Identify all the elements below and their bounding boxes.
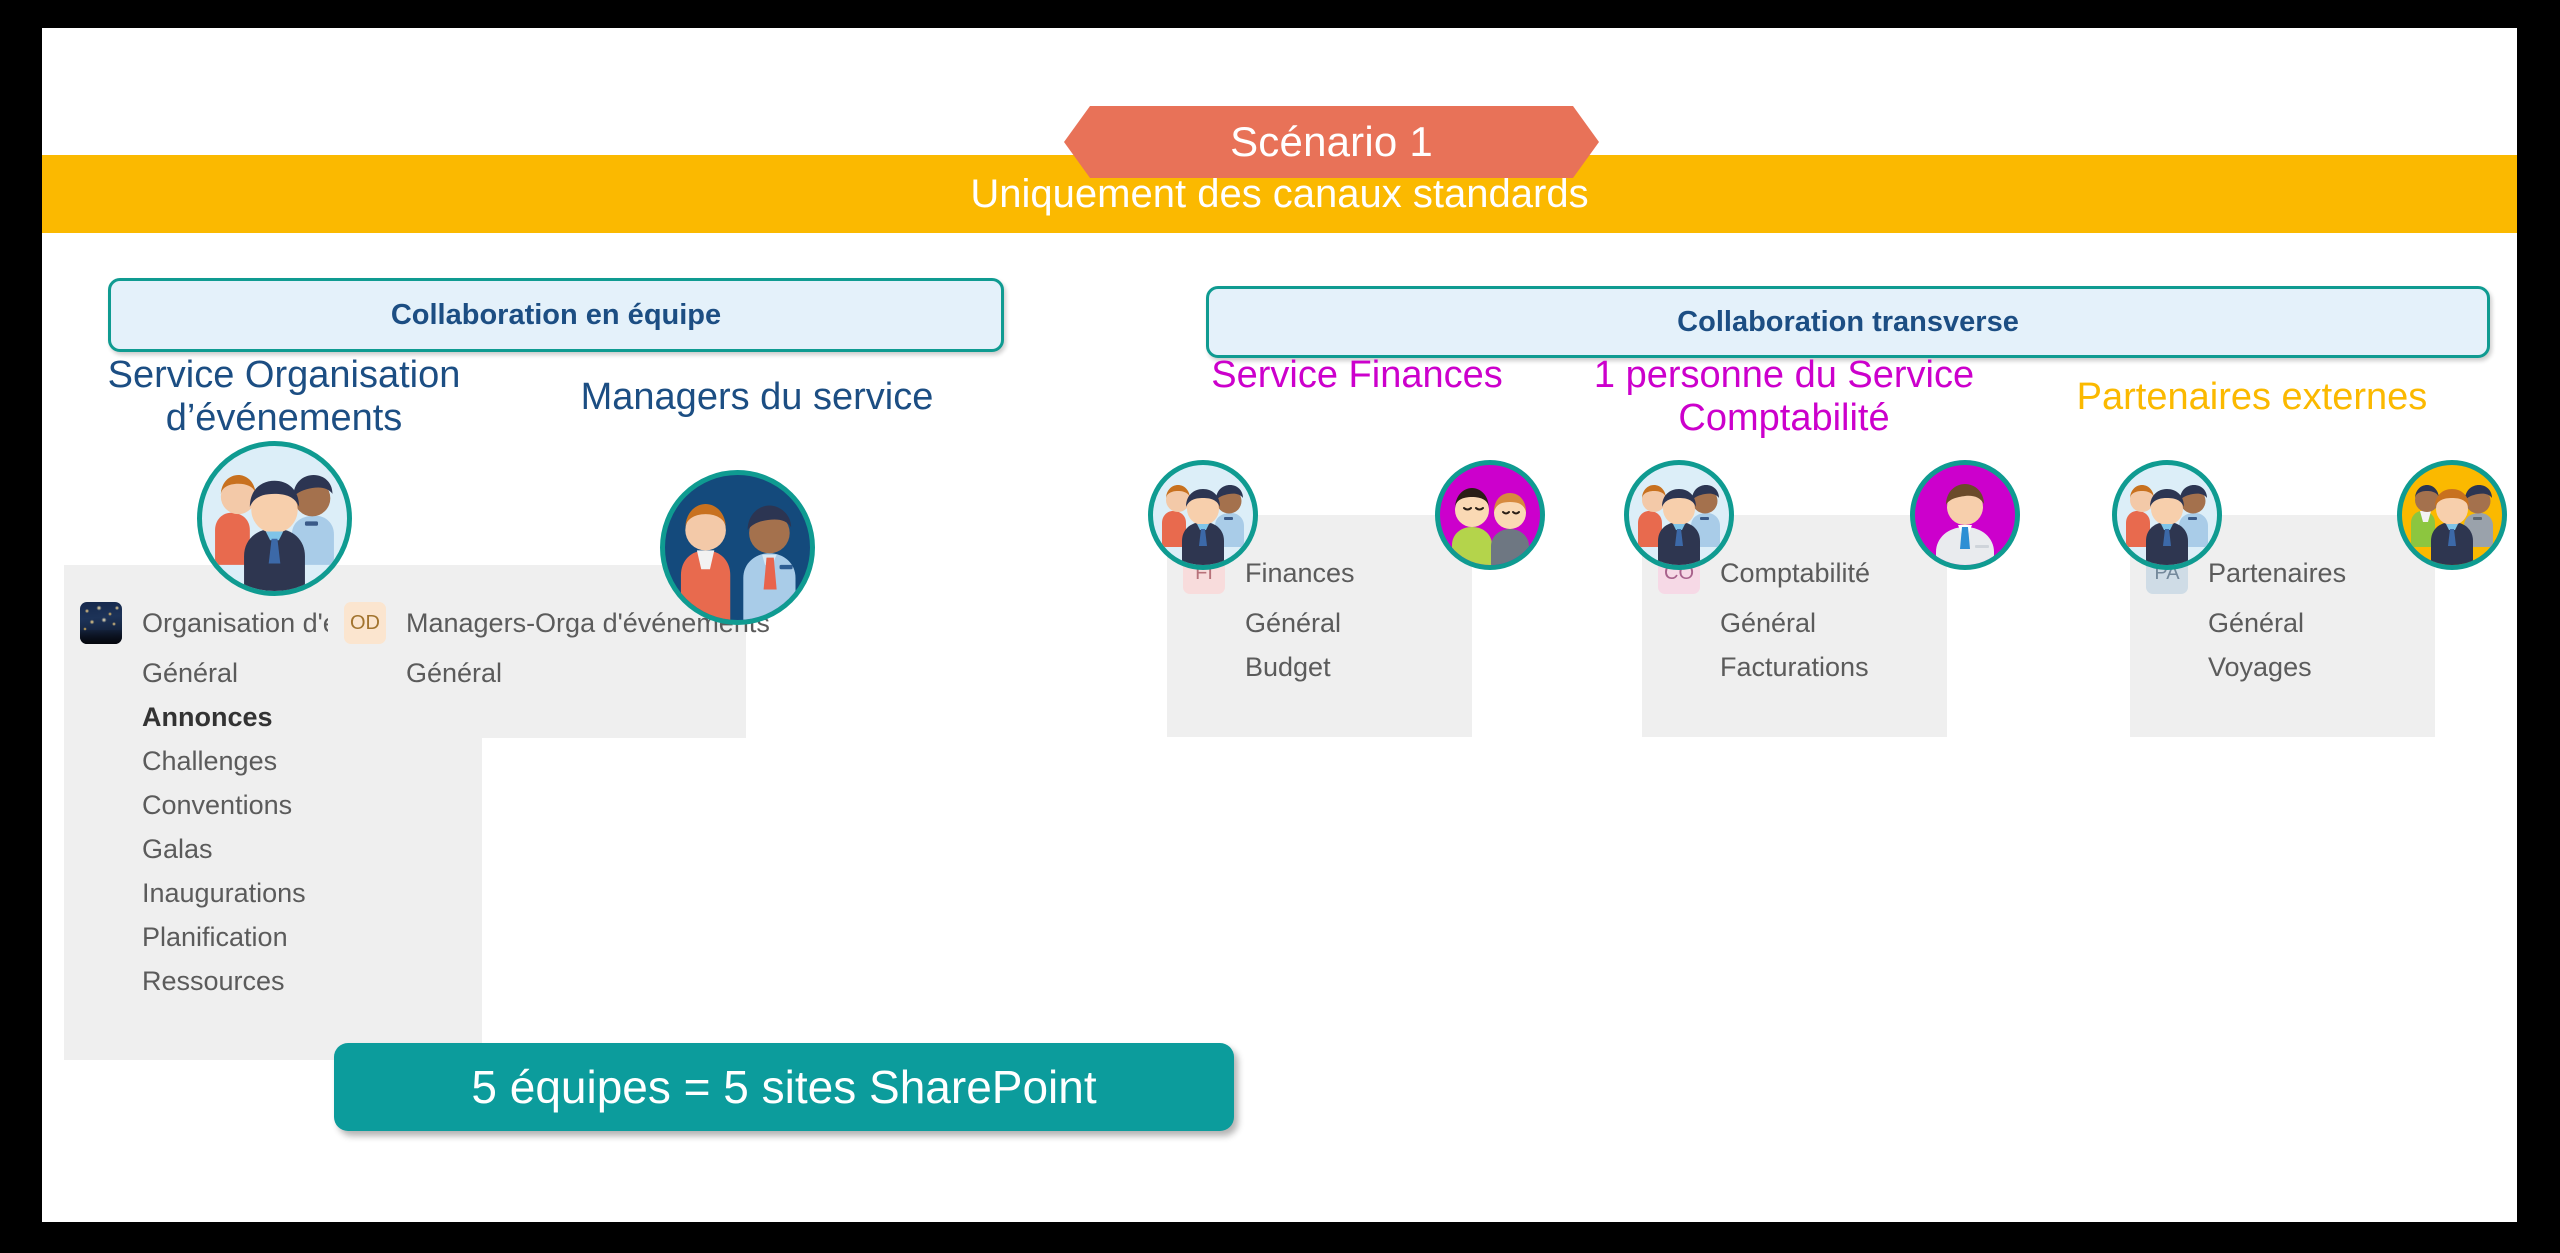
channel-label: Challenges	[142, 745, 278, 776]
column-title-2-line1: Service Finances	[1211, 354, 1503, 396]
channel-label: Facturations	[1720, 651, 1869, 682]
external-partners-avatar-icon	[2397, 460, 2507, 570]
scenario-tag-label: Scénario 1	[1230, 118, 1433, 165]
top-banner-text: Uniquement des canaux standards	[970, 171, 1589, 216]
column-title-0: Service Organisation d’événements	[64, 354, 504, 439]
guests-avatar-icon	[1435, 460, 1545, 570]
channel-item-0-4[interactable]: Galas	[64, 827, 482, 871]
team-photo-icon	[80, 602, 122, 644]
channel-item-3-0[interactable]: Général	[1642, 601, 1947, 645]
channel-item-0-3[interactable]: Conventions	[64, 783, 482, 827]
managers-avatar-glyph	[680, 504, 796, 620]
column-title-3-line1: 1 personne du Service	[1593, 354, 1975, 396]
channel-label: Général	[142, 657, 239, 688]
channel-label: Galas	[142, 833, 213, 864]
channel-label: Planification	[142, 921, 288, 952]
channel-label: Inaugurations	[142, 877, 306, 908]
external-partners-avatar-glyph	[2411, 485, 2493, 565]
slide-canvas: Uniquement des canaux standards Scénario…	[42, 28, 2517, 1222]
scenario-tag: Scénario 1	[1064, 106, 1599, 178]
team-name-2: Finances	[1245, 557, 1355, 588]
column-title-4: Partenaires externes	[2042, 376, 2462, 419]
column-title-4-line1: Partenaires externes	[2076, 376, 2428, 418]
channel-item-2-1[interactable]: Budget	[1167, 645, 1472, 689]
column-title-0-line2: d’événements	[165, 396, 403, 439]
channel-label: Ressources	[142, 965, 285, 996]
team-avatar-icon	[1624, 460, 1734, 570]
team-avatar-glyph	[2126, 485, 2208, 565]
section-header-team-collaboration: Collaboration en équipe	[108, 278, 1004, 352]
team-avatar-icon	[2112, 460, 2222, 570]
bottom-banner: 5 équipes = 5 sites SharePoint	[334, 1043, 1234, 1131]
channel-item-3-1[interactable]: Facturations	[1642, 645, 1947, 689]
channel-label: Budget	[1245, 651, 1331, 682]
team-avatar-glyph	[1638, 485, 1720, 565]
bottom-banner-text: 5 équipes = 5 sites SharePoint	[471, 1061, 1097, 1113]
column-title-3-line2: Comptabilité	[1678, 396, 1890, 439]
section-header-cross-label: Collaboration transverse	[1677, 305, 2019, 338]
team-name-4: Partenaires	[2208, 557, 2347, 588]
channel-item-0-2[interactable]: Challenges	[64, 739, 482, 783]
guests-avatar-glyph	[1452, 488, 1529, 565]
team-name-3: Comptabilité	[1720, 557, 1871, 588]
column-title-1-line1: Managers du service	[580, 376, 934, 418]
single-person-avatar-glyph	[1936, 484, 1994, 565]
section-header-team-label: Collaboration en équipe	[390, 298, 722, 331]
channel-label: Général	[1720, 607, 1817, 638]
channel-label: Conventions	[142, 789, 293, 820]
column-title-2: Service Finances	[1162, 354, 1552, 397]
channel-label: Général	[2208, 607, 2305, 638]
team-avatar-glyph	[215, 475, 334, 591]
channel-label: Voyages	[2208, 651, 2312, 682]
team-initials-badge: OD	[344, 602, 386, 644]
channel-item-1-0[interactable]: Général	[328, 651, 746, 695]
column-title-3: 1 personne du Service Comptabilité	[1564, 354, 2004, 439]
column-title-0-line1: Service Organisation	[107, 354, 461, 396]
channel-item-0-6[interactable]: Planification	[64, 915, 482, 959]
channel-item-4-0[interactable]: Général	[2130, 601, 2435, 645]
single-person-avatar-icon	[1910, 460, 2020, 570]
channel-item-0-5[interactable]: Inaugurations	[64, 871, 482, 915]
section-header-cross-collaboration: Collaboration transverse	[1206, 286, 2490, 358]
channel-label: Annonces	[142, 701, 273, 732]
team-avatar-glyph	[1162, 485, 1244, 565]
channel-label: Général	[1245, 607, 1342, 638]
channel-item-0-7[interactable]: Ressources	[64, 959, 482, 1003]
channel-label: Général	[406, 657, 503, 688]
managers-avatar-icon	[660, 470, 815, 625]
team-avatar-icon	[1148, 460, 1258, 570]
channel-item-2-0[interactable]: Général	[1167, 601, 1472, 645]
team-avatar-icon	[197, 441, 352, 596]
channel-item-4-1[interactable]: Voyages	[2130, 645, 2435, 689]
column-title-1: Managers du service	[542, 376, 972, 419]
